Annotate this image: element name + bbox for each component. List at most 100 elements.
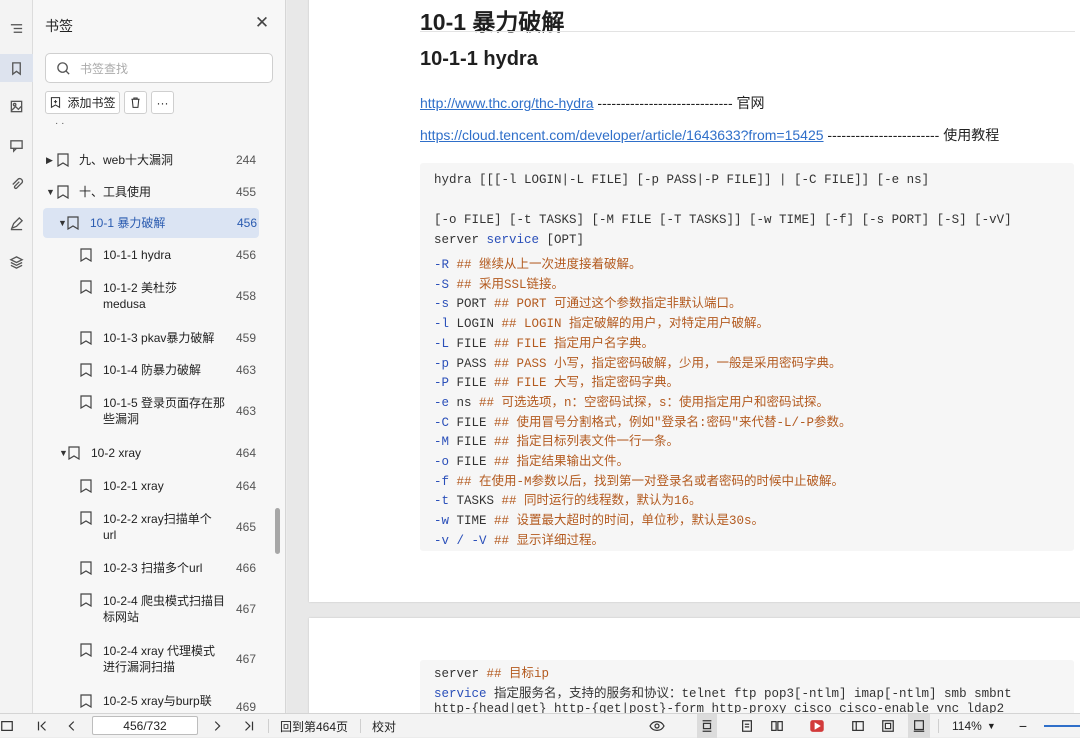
bookmark-item[interactable]: 10-1-1 hydra 456 (33, 244, 277, 266)
prev-page-button[interactable] (63, 714, 81, 738)
divider (268, 719, 269, 733)
zoom-slider[interactable] (1044, 725, 1080, 727)
bookmark-icon (80, 395, 92, 409)
thumbnail-icon[interactable] (0, 92, 33, 120)
bookmark-icon (80, 561, 92, 575)
bookmark-item[interactable]: 10-1-2 美杜莎 medusa 458 (33, 278, 277, 314)
heading-divider (420, 31, 1075, 32)
outline-icon[interactable] (0, 14, 33, 42)
fit-page-button[interactable] (908, 714, 930, 738)
page-number-input[interactable] (93, 717, 197, 734)
eye-icon (649, 721, 665, 731)
panel-title: 书签 (45, 18, 73, 34)
tutorial-line: https://cloud.tencent.com/developer/arti… (420, 127, 1000, 143)
bookmark-item[interactable]: 10-2-5 xray与burp联 469 (33, 690, 277, 713)
add-bookmark-button[interactable]: 添加书签 (45, 91, 120, 114)
layers-icon[interactable] (0, 248, 33, 276)
first-page-icon (37, 721, 46, 731)
close-icon[interactable]: ✕ (253, 13, 271, 32)
zoom-level[interactable]: 114% ▼ (952, 714, 996, 738)
bookmark-icon (80, 248, 92, 262)
sidebar-toggle-icon[interactable] (0, 714, 14, 738)
last-page-icon (245, 721, 254, 731)
code-line: hydra [[[-l LOGIN|-L FILE] [-p PASS|-P F… (434, 173, 930, 187)
option-line: -C FILE ## 使用冒号分割格式，例如"登录名:密码"来代替-L/-P参数… (434, 415, 852, 430)
bookmark-item-selected[interactable]: ▼ 10-1 暴力破解 456 (43, 208, 259, 238)
code-block: hydra [[[-l LOGIN|-L FILE] [-p PASS|-P F… (420, 163, 1074, 551)
option-line: -R ## 继续从上一次进度接着破解。 (434, 258, 642, 272)
expand-arrow-icon[interactable]: ▶ (46, 155, 56, 166)
option-line: -l LOGIN ## LOGIN 指定破解的用户，对特定用户破解。 (434, 317, 770, 332)
dual-page-button[interactable] (767, 714, 787, 738)
last-page-button[interactable] (240, 714, 258, 738)
bookmark-item[interactable]: 10-2-4 xray 代理模式 进行漏洞扫描 467 (33, 641, 277, 677)
fullscreen-button[interactable] (878, 714, 898, 738)
official-site-link[interactable]: http://www.thc.org/thc-hydra (420, 95, 594, 111)
divider (938, 719, 939, 733)
option-line: -S ## 采用SSL链接。 (434, 277, 565, 292)
bookmark-item[interactable]: 10-2-3 扫描多个url 466 (33, 557, 277, 579)
bookmark-item[interactable]: 10-1-5 登录页面存在那 些漏洞 463 (33, 393, 277, 429)
option-line: -P FILE ## FILE 大写，指定密码字典。 (434, 376, 680, 391)
code-line: http-{head|get} http-{get|post}-form htt… (434, 702, 1005, 713)
bookmark-item[interactable]: 10-2-2 xray扫描单个 url 465 (33, 509, 277, 545)
play-icon (810, 720, 824, 732)
bookmark-icon (80, 593, 92, 607)
bookmark-item[interactable]: 10-2-4 爬虫模式扫描目 标网站 467 (33, 591, 277, 627)
prev-page-icon (68, 721, 75, 731)
bookmark-item[interactable]: 10-1-4 防暴力破解 463 (33, 359, 277, 381)
comment-icon[interactable] (0, 131, 33, 159)
next-page-button[interactable] (208, 714, 226, 738)
option-line: -f ## 在使用-M参数以后，找到第一对登录名或者密码的时候中止破解。 (434, 474, 845, 489)
code-line: server ## 目标ip (434, 667, 550, 681)
search-icon (57, 62, 70, 75)
scroll-ellipsis: · · (55, 118, 65, 129)
add-bookmark-icon (51, 97, 61, 109)
attachment-icon[interactable] (0, 170, 33, 198)
next-page-icon (214, 721, 221, 731)
bookmark-item[interactable]: 10-2-1 xray 464 (33, 475, 277, 497)
bookmark-search[interactable] (45, 53, 273, 83)
minus-icon: − (1018, 718, 1028, 734)
code-line: service 指定服务名，支持的服务和协议：telnet ftp pop3[-… (434, 687, 1012, 701)
zoom-out-button[interactable]: − (1014, 714, 1032, 738)
option-line: -t TASKS ## 同时运行的线程数，默认为16。 (434, 494, 702, 509)
play-button[interactable] (806, 714, 828, 738)
bookmark-icon (68, 446, 80, 460)
bookmark-tab-icon[interactable] (0, 54, 33, 82)
bookmark-icon (57, 153, 69, 167)
first-page-button[interactable] (33, 714, 51, 738)
sign-icon[interactable] (0, 209, 33, 237)
trash-icon (131, 97, 140, 108)
official-site-line: http://www.thc.org/thc-hydra -----------… (420, 95, 765, 111)
panel-scrollbar[interactable] (275, 508, 280, 554)
tutorial-link[interactable]: https://cloud.tencent.com/developer/arti… (420, 127, 824, 143)
fit-page-icon (913, 720, 925, 732)
bookmark-item[interactable]: 10-1-3 pkav暴力破解 459 (33, 327, 277, 349)
option-line: -o FILE ## 指定结果输出文件。 (434, 455, 630, 469)
continuous-page-button[interactable] (737, 714, 757, 738)
bookmark-item[interactable]: ▼ 十、工具使用 455 (33, 181, 277, 203)
delete-bookmark-button[interactable] (124, 91, 147, 114)
document-view: 10-1 暴力破解 10-1-1 hydra http://www.thc.or… (287, 0, 1080, 713)
page-number-field[interactable] (92, 716, 198, 735)
single-page-button[interactable] (697, 714, 717, 738)
bookmark-item[interactable]: ▼ 10-2 xray 464 (33, 442, 277, 464)
back-to-page-button[interactable]: 回到第464页 (280, 714, 348, 738)
option-line: -w TIME ## 设置最大超时的时间，单位秒，默认是30s。 (434, 514, 765, 529)
fit-width-button[interactable] (848, 714, 868, 738)
more-options-button[interactable]: ··· (151, 91, 174, 114)
code-block: server ## 目标ip service 指定服务名，支持的服务和协议：te… (420, 660, 1074, 713)
collapse-arrow-icon[interactable]: ▼ (46, 187, 56, 197)
bookmark-icon (80, 643, 92, 657)
read-mode-button[interactable] (644, 714, 670, 738)
status-bar: 回到第464页 校对 114% ▼ − (0, 713, 1080, 738)
more-icon: ··· (156, 95, 169, 110)
divider (360, 719, 361, 733)
proofread-button[interactable]: 校对 (372, 714, 396, 738)
fullscreen-icon (882, 720, 894, 732)
search-input[interactable] (80, 59, 260, 79)
option-line: -p PASS ## PASS 小写，指定密码破解，少用，一般是采用密码字典。 (434, 356, 842, 371)
bookmark-item[interactable]: ▶ 九、web十大漏洞 244 (33, 149, 277, 171)
bookmark-icon (57, 185, 69, 199)
